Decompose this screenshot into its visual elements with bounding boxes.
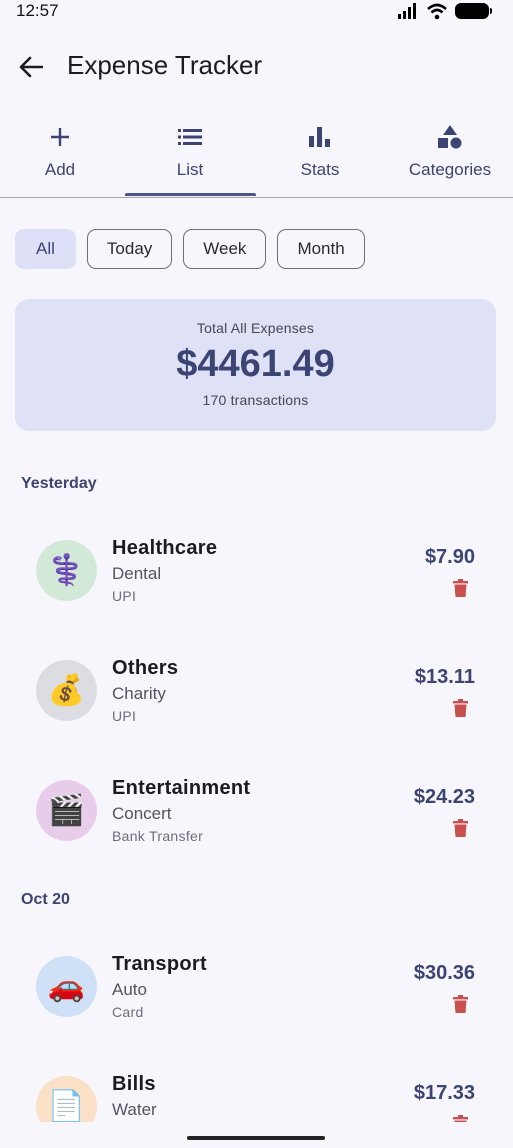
category-avatar: 📄 <box>36 1076 97 1122</box>
delete-button[interactable] <box>451 577 469 599</box>
expense-amount: $30.36 <box>413 962 475 984</box>
category-avatar: 💰 <box>36 660 97 721</box>
bar-chart-icon <box>309 127 330 147</box>
car-icon: 🚗 <box>47 970 86 1003</box>
expense-subcategory: Dental <box>112 564 162 583</box>
money-bag-icon: 💰 <box>47 674 86 707</box>
expense-subcategory: Water <box>112 1100 157 1119</box>
expense-category: Others <box>112 657 179 679</box>
tab-bar: Add List Stats Categories <box>0 110 513 198</box>
tab-label: Categories <box>408 160 492 179</box>
filter-chips: All Today Week Month <box>15 229 365 269</box>
status-time: 12:57 <box>16 1 59 20</box>
expense-subcategory: Charity <box>112 684 166 703</box>
category-avatar: 🎬 <box>36 780 97 841</box>
tab-list[interactable]: List <box>125 110 255 196</box>
status-bar: 12:57 <box>0 0 513 24</box>
tab-add[interactable]: Add <box>0 110 125 196</box>
expense-category: Entertainment <box>112 777 251 799</box>
filter-chip-today[interactable]: Today <box>86 229 173 269</box>
payment-method: Bank Transfer <box>112 828 204 844</box>
back-button[interactable] <box>14 52 48 82</box>
tab-label: Add <box>44 160 76 179</box>
expense-amount: $24.23 <box>413 786 475 808</box>
tab-categories[interactable]: Categories <box>385 110 513 196</box>
healthcare-icon: ⚕️ <box>47 554 86 587</box>
expense-amount: $13.11 <box>414 666 475 688</box>
status-icons <box>397 2 492 20</box>
section-header: Oct 20 <box>21 891 70 908</box>
payment-method: Card <box>112 1004 144 1020</box>
tab-label: Stats <box>300 160 340 179</box>
tab-label: List <box>176 160 204 179</box>
signal-icon <box>398 3 416 19</box>
document-icon: 📄 <box>47 1090 86 1122</box>
battery-icon <box>455 3 492 19</box>
delete-button[interactable] <box>451 817 469 839</box>
summary-label: Total All Expenses <box>196 320 315 336</box>
expense-item[interactable]: 📄 Bills Water $17.33 <box>0 1056 513 1122</box>
expense-subcategory: Auto <box>112 980 147 999</box>
tab-stats[interactable]: Stats <box>255 110 385 196</box>
plus-icon <box>51 128 69 146</box>
summary-amount: $4461.49 <box>176 343 335 385</box>
trash-icon <box>452 1115 468 1122</box>
categories-icon <box>438 125 462 149</box>
arrow-back-icon <box>19 56 43 78</box>
delete-button[interactable] <box>451 993 469 1015</box>
expense-subcategory: Concert <box>112 804 172 823</box>
expense-category: Healthcare <box>112 537 218 559</box>
category-avatar: ⚕️ <box>36 540 97 601</box>
category-avatar: 🚗 <box>36 956 97 1017</box>
filter-chip-all[interactable]: All <box>15 229 76 269</box>
expense-category: Transport <box>112 953 207 975</box>
expense-item[interactable]: 🚗 Transport Auto Card $30.36 <box>0 936 513 1046</box>
filter-chip-month[interactable]: Month <box>277 229 365 269</box>
expense-category: Bills <box>112 1073 156 1095</box>
tab-indicator <box>125 193 256 196</box>
clapperboard-icon: 🎬 <box>47 794 86 827</box>
home-indicator[interactable] <box>187 1136 325 1140</box>
transaction-count: 170 transactions <box>202 392 309 408</box>
payment-method: UPI <box>112 708 137 724</box>
filter-chip-week[interactable]: Week <box>183 229 267 269</box>
payment-method: UPI <box>112 588 137 604</box>
trash-icon <box>452 579 468 597</box>
expense-item[interactable]: ⚕️ Healthcare Dental UPI $7.90 <box>0 520 513 630</box>
trash-icon <box>452 995 468 1013</box>
expense-amount: $7.90 <box>424 546 475 568</box>
expense-amount: $17.33 <box>413 1082 475 1104</box>
app-bar: Expense Tracker <box>0 42 513 92</box>
delete-button[interactable] <box>451 1113 469 1122</box>
list-icon <box>178 129 202 145</box>
expense-item[interactable]: 💰 Others Charity UPI $13.11 <box>0 640 513 750</box>
section-header: Yesterday <box>21 475 97 492</box>
expense-item[interactable]: 🎬 Entertainment Concert Bank Transfer $2… <box>0 760 513 870</box>
delete-button[interactable] <box>451 697 469 719</box>
trash-icon <box>452 819 468 837</box>
page-title: Expense Tracker <box>67 50 263 80</box>
trash-icon <box>452 699 468 717</box>
wifi-icon <box>427 3 447 19</box>
summary-card: Total All Expenses $4461.49 170 transact… <box>15 299 496 431</box>
